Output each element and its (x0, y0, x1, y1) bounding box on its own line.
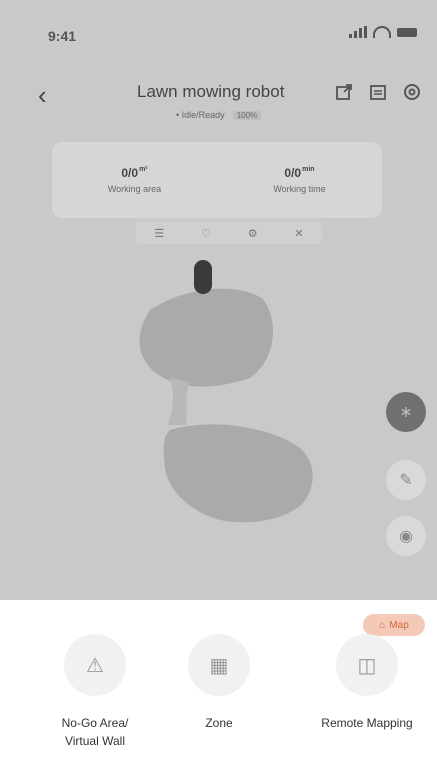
status-time: 9:41 (48, 28, 77, 44)
bottom-panel: ⌂ Map ⚠ No-Go Area/ Virtual Wall ▦ Zone … (0, 600, 437, 784)
share-icon[interactable] (334, 82, 354, 102)
page-title: Lawn mowing robot (137, 82, 285, 101)
signal-icon (349, 26, 367, 38)
wifi-icon (373, 26, 391, 38)
lawn-connector (168, 378, 190, 425)
working-time-unit: min (302, 166, 315, 173)
locate-icon: ◉ (399, 528, 413, 545)
lawn-area-top (139, 288, 274, 387)
map-label: Map (389, 619, 409, 631)
no-go-area-option[interactable]: ⚠ No-Go Area/ Virtual Wall (35, 634, 155, 750)
lawn-area-bottom (163, 424, 313, 523)
status-tag: 100% (232, 111, 262, 120)
stat-working-time: 0/0min Working time (217, 142, 382, 218)
battery-icon (397, 27, 417, 37)
settings-icon[interactable] (402, 82, 422, 102)
no-go-area-label: No-Go Area/ Virtual Wall (61, 716, 129, 748)
edit-map-button[interactable]: ✎ (386, 460, 426, 500)
robot-marker (194, 260, 212, 294)
lawn-map (139, 288, 313, 523)
working-area-unit: m² (139, 166, 148, 173)
header: ‹ Lawn mowing robot • Idle/Ready 100% (0, 70, 437, 130)
working-area-label: Working area (107, 184, 162, 194)
remote-mapping-icon: ◫ (336, 634, 398, 696)
zone-option[interactable]: ▦ Zone (159, 634, 279, 732)
remote-mapping-label: Remote Mapping (321, 716, 413, 730)
map-button[interactable]: ⌂ Map (363, 614, 425, 636)
stat-working-area: 0/0m² Working area (52, 142, 217, 218)
bluetooth-button[interactable]: ∗ (386, 392, 426, 432)
bluetooth-icon: ∗ (399, 404, 413, 421)
back-icon[interactable]: ‹ (38, 80, 47, 111)
mini-toolbar: ☰ ♡ ⚙ ✕ (136, 222, 322, 244)
cloud-icon: ♡ (201, 227, 211, 240)
map-icon: ⌂ (379, 619, 386, 631)
gear-icon: ⚙ (247, 227, 258, 240)
stats-card: 0/0m² Working area 0/0min Working time (52, 142, 382, 218)
status-text: • Idle/Ready (176, 110, 225, 120)
status-icons (349, 26, 417, 38)
wifi-icon: ☰ (154, 227, 165, 240)
working-time-value: 0/0 (284, 166, 302, 180)
zone-label: Zone (205, 716, 233, 730)
working-time-label: Working time (273, 184, 326, 194)
close-icon: ✕ (294, 227, 304, 240)
status-subtitle: • Idle/Ready 100% (176, 110, 262, 120)
remote-mapping-option[interactable]: ◫ Remote Mapping (307, 634, 427, 732)
warning-icon: ⚠ (64, 634, 126, 696)
map-view[interactable]: 9:41 ‹ Lawn mowing robot • Idle/Ready 100… (0, 0, 437, 600)
edit-icon: ✎ (399, 472, 413, 489)
locate-button[interactable]: ◉ (386, 516, 426, 556)
zone-icon: ▦ (188, 634, 250, 696)
working-area-value: 0/0 (121, 166, 139, 180)
calendar-icon[interactable] (368, 82, 388, 102)
screen: 9:41 ‹ Lawn mowing robot • Idle/Ready 100… (0, 0, 437, 784)
